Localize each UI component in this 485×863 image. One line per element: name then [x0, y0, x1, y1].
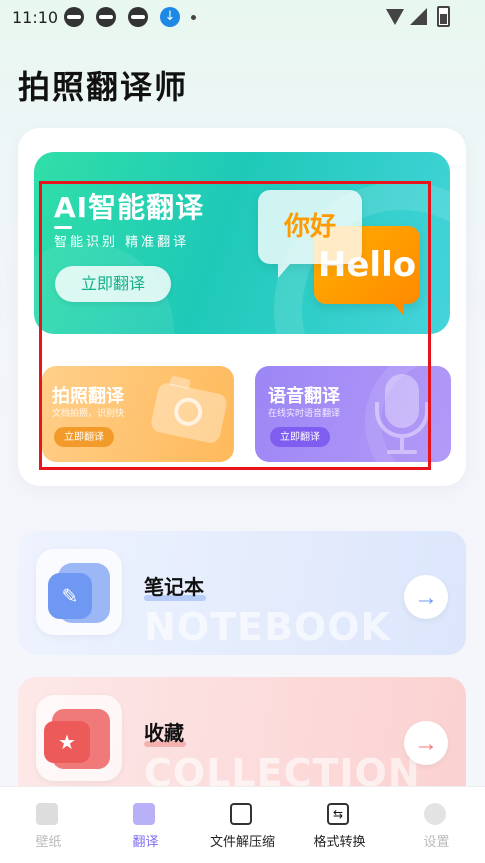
nav-item-settings[interactable]: 设置	[388, 787, 485, 863]
bottom-nav: 壁纸 翻译 文件解压缩 ⇆ 格式转换 设置	[0, 786, 485, 863]
page-title: 拍照翻译师	[18, 68, 189, 106]
nav-label: 设置	[423, 835, 450, 850]
signal-icon	[410, 8, 427, 25]
ai-card-underline	[54, 226, 72, 229]
app-notification-icon	[64, 7, 84, 27]
ai-card-title: AI智能翻译	[54, 191, 205, 224]
notebook-title: 笔记本	[144, 575, 204, 599]
notebook-pen-icon: ✎	[48, 573, 92, 619]
camera-icon	[149, 375, 229, 445]
photo-card-title: 拍照翻译	[52, 386, 124, 407]
microphone-stem	[400, 438, 404, 450]
translate-icon	[133, 803, 155, 825]
voice-card-subtitle: 在线实时语音翻译	[268, 409, 341, 419]
star-icon: ★	[44, 721, 90, 763]
collection-card[interactable]: ★ COLLECTION 收藏 →	[18, 677, 466, 801]
collection-arrow-icon[interactable]: →	[404, 721, 448, 765]
notebook-bg-text: NOTEBOOK	[144, 605, 392, 649]
nav-label: 壁纸	[35, 835, 62, 850]
nav-label: 翻译	[132, 835, 159, 850]
ai-translate-button[interactable]: 立即翻译	[55, 266, 171, 302]
nihao-bubble-icon: 你好	[258, 190, 362, 278]
app-notification-icon	[128, 7, 148, 27]
status-bar: 11:10 ↓	[0, 0, 485, 34]
nav-label: 格式转换	[313, 835, 366, 850]
photo-translate-card[interactable]: 拍照翻译 文档拍照，识别快 立即翻译	[42, 366, 234, 462]
nav-label: 文件解压缩	[209, 835, 275, 850]
nav-item-wallpaper[interactable]: 壁纸	[0, 787, 97, 863]
battery-icon	[437, 6, 450, 27]
photo-card-subtitle: 文档拍照，识别快	[52, 409, 125, 419]
voice-translate-card[interactable]: 语音翻译 在线实时语音翻译 立即翻译	[255, 366, 451, 462]
voice-card-title: 语音翻译	[268, 386, 340, 407]
nav-item-convert[interactable]: ⇆ 格式转换	[291, 787, 388, 863]
wallpaper-icon	[36, 803, 58, 825]
microphone-base	[387, 450, 417, 454]
nav-item-zip[interactable]: 文件解压缩	[194, 787, 291, 863]
more-notifications-dot	[191, 15, 196, 20]
download-icon: ↓	[160, 7, 180, 27]
zip-icon	[230, 803, 252, 825]
notebook-arrow-icon[interactable]: →	[404, 575, 448, 619]
photo-translate-button[interactable]: 立即翻译	[54, 427, 114, 447]
collection-title: 收藏	[144, 721, 184, 745]
convert-icon: ⇆	[327, 803, 349, 825]
settings-icon	[424, 803, 446, 825]
notebook-card[interactable]: ✎ NOTEBOOK 笔记本 →	[18, 531, 466, 655]
ai-card-subtitle: 智能识别 精准翻译	[54, 235, 190, 250]
wifi-icon	[386, 9, 404, 25]
status-time: 11:10	[12, 8, 59, 27]
app-notification-icon	[96, 7, 116, 27]
voice-translate-button[interactable]: 立即翻译	[270, 427, 330, 447]
nav-item-translate[interactable]: 翻译	[97, 787, 194, 863]
